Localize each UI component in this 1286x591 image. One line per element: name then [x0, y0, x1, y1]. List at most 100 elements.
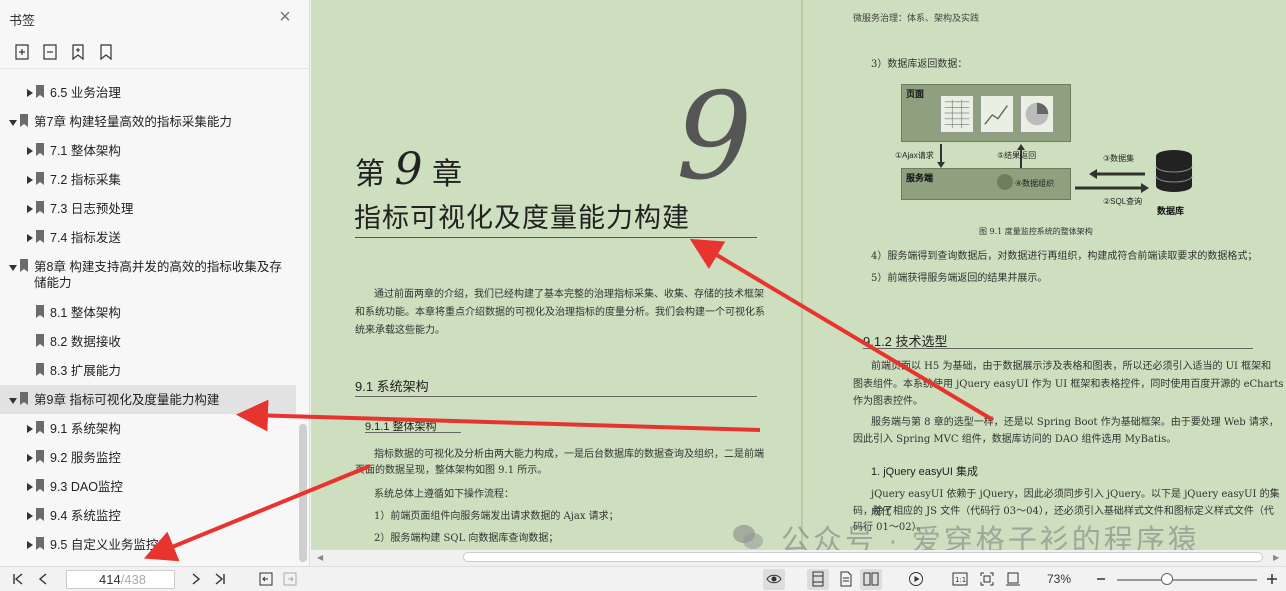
tech-para-1-line-1: 前端页面以 H5 为基础，由于数据展示涉及表格和图表，所以还必须引入适当的 UI… [871, 361, 1272, 372]
expand-arrow-icon[interactable] [26, 145, 34, 155]
expand-arrow-icon[interactable] [26, 232, 34, 242]
single-page-icon[interactable] [810, 571, 826, 587]
last-page-icon[interactable] [212, 571, 228, 587]
para-1-line-2: 页面的数据呈现，整体架构如图 9.1 所示。 [355, 465, 548, 476]
bookmark-section[interactable]: 9.4 系统监控 [0, 501, 296, 530]
dual-page-icon[interactable] [863, 571, 879, 587]
step-5: 5）前端获得服务端返回的结果并展示。 [871, 273, 1048, 284]
bookmark-label: 9.4 系统监控 [50, 509, 121, 523]
expand-arrow-icon[interactable] [26, 203, 34, 213]
scroll-left-icon[interactable]: ◀ [317, 553, 323, 562]
collapse-all-icon[interactable] [40, 42, 60, 62]
bookmark-label: 8.2 数据接收 [50, 335, 121, 349]
bookmark-section[interactable]: 7.4 指标发送 [0, 223, 296, 252]
bookmark-flag-icon [35, 479, 45, 492]
zoom-slider-thumb[interactable] [1161, 573, 1173, 585]
divider [0, 68, 310, 69]
architecture-diagram: 页面 服务端 ①Ajax请求 ⑤结果返回 ③数据集 ②SQL查询 ④数据组织 数… [895, 84, 1225, 216]
para-2: 系统总体上遵循如下操作流程： [374, 489, 514, 500]
intro-line-2: 和系统功能。本章将重点介绍数据的可视化及治理指标的度量分析。我们会构建一个可视化… [355, 307, 765, 318]
bookmark-flag-icon [35, 143, 45, 156]
expand-arrow-icon[interactable] [26, 510, 34, 520]
section-heading-9-1: 9.1 系统架构 [355, 379, 429, 394]
expand-arrow-icon[interactable] [26, 87, 34, 97]
bookmark-section[interactable]: 7.1 整体架构 [0, 136, 296, 165]
zoom-out-icon[interactable] [1093, 571, 1109, 587]
chapter-title: 指标可视化及度量能力构建 [354, 203, 690, 233]
horizontal-scroll-thumb[interactable] [463, 552, 1263, 562]
bookmark-label: 7.1 整体架构 [50, 144, 121, 158]
bookmark-icon[interactable] [96, 42, 116, 62]
bookmark-section[interactable]: 9.3 DAO监控 [0, 472, 296, 501]
expand-arrow-icon[interactable] [26, 174, 34, 184]
zoom-in-icon[interactable] [1264, 571, 1280, 587]
page-number-input[interactable]: 414/438 [66, 570, 175, 589]
forward-icon[interactable] [282, 571, 298, 587]
bookmark-chapter[interactable]: 第9章 指标可视化及度量能力构建 [0, 385, 296, 414]
play-icon[interactable] [908, 571, 924, 587]
left-page: 9 第 9 章 指标可视化及度量能力构建 通过前面两章的介绍，我们已经构建了基本… [311, 0, 801, 550]
bookmark-section[interactable]: 9.2 服务监控 [0, 443, 296, 472]
bookmark-flag-icon [19, 259, 29, 272]
subsection-jquery: 1. jQuery easyUI 集成 [871, 466, 978, 478]
zoom-slider[interactable] [1117, 579, 1257, 581]
add-bookmark-icon[interactable] [68, 42, 88, 62]
bookmark-chapter[interactable]: 第8章 构建支持高并发的高效的指标收集及存储能力 [0, 252, 296, 298]
collapse-arrow-icon[interactable] [9, 116, 17, 126]
bookmark-flag-icon [35, 334, 45, 347]
back-icon[interactable] [258, 571, 274, 587]
collapse-arrow-icon[interactable] [9, 394, 17, 404]
bookmark-flag-icon [35, 508, 45, 521]
chapter-number: 9 [394, 144, 423, 195]
fit-page-icon[interactable] [979, 571, 995, 587]
next-page-icon[interactable] [188, 571, 204, 587]
para-3: 1）前端页面组件向服务端发出请求数据的 Ajax 请求； [374, 511, 619, 522]
section-rule [863, 348, 1253, 349]
bookmark-label: 7.4 指标发送 [50, 231, 121, 245]
bookmark-section[interactable]: 7.3 日志预处理 [0, 194, 296, 223]
eye-protection-icon[interactable] [766, 571, 782, 587]
expand-arrow-icon[interactable] [26, 539, 34, 549]
first-page-icon[interactable] [10, 571, 26, 587]
expand-arrow-icon[interactable] [26, 452, 34, 462]
zoom-level[interactable]: 73% [1047, 572, 1071, 586]
bookmark-flag-icon [19, 114, 29, 127]
svg-text:1:1: 1:1 [955, 576, 966, 584]
close-icon[interactable]: × [276, 7, 294, 27]
chapter-word-1: 第 [355, 157, 385, 192]
bookmark-flag-icon [35, 305, 45, 318]
chapter-big-number: 9 [676, 68, 753, 207]
bookmark-panel: 书签 × 6.5 业务治理 第7章 构建轻量高效的指标采集能力 7.1 整体架构 7.… [0, 0, 310, 566]
bookmark-section[interactable]: 6.5 业务治理 [0, 78, 296, 107]
bookmark-panel-header: 书签 × [0, 0, 310, 36]
fit-width-icon[interactable] [1005, 571, 1021, 587]
bookmark-label: 7.2 指标采集 [50, 173, 121, 187]
actual-size-icon[interactable]: 1:1 [952, 571, 968, 587]
collapse-arrow-icon[interactable] [9, 261, 17, 271]
bookmark-section[interactable]: 8.2 数据接收 [0, 327, 296, 356]
bookmark-flag-icon [35, 172, 45, 185]
bookmark-flag-icon [35, 230, 45, 243]
continuous-page-icon[interactable] [838, 571, 854, 587]
tech-para-1-line-3: 作为图表控件。 [853, 396, 923, 407]
bookmark-section[interactable]: 7.2 指标采集 [0, 165, 296, 194]
bookmark-chapter[interactable]: 第7章 构建轻量高效的指标采集能力 [0, 107, 296, 136]
bookmark-section[interactable]: 8.1 整体架构 [0, 298, 296, 327]
sidebar-scrollbar[interactable] [299, 424, 307, 562]
expand-arrow-icon[interactable] [26, 423, 34, 433]
expand-arrow-icon[interactable] [26, 481, 34, 491]
step-4: 4）服务端得到查询数据后，对数据进行再组织，构建成符合前端读取要求的数据格式； [871, 251, 1258, 262]
bookmark-section[interactable]: 8.3 扩展能力 [0, 356, 296, 385]
chapter-rule [355, 237, 757, 238]
bookmark-label: 8.3 扩展能力 [50, 364, 121, 378]
bookmark-section[interactable]: 9.5 自定义业务监控 [0, 530, 296, 559]
prev-page-icon[interactable] [35, 571, 51, 587]
expand-all-icon[interactable] [12, 42, 32, 62]
scroll-right-icon[interactable]: ▶ [1273, 553, 1279, 562]
bookmark-section[interactable]: 9.1 系统架构 [0, 414, 296, 443]
horizontal-scrollbar[interactable]: ◀ ▶ [311, 550, 1286, 566]
intro-line-3: 统来承载这些能力。 [355, 325, 445, 336]
bookmark-flag-icon [35, 201, 45, 214]
bookmark-label: 8.1 整体架构 [50, 306, 121, 320]
right-page: 微服务治理：体系、架构及实践 3）数据库返回数据： 页面 服务端 ①Ajax请求… [803, 0, 1286, 550]
